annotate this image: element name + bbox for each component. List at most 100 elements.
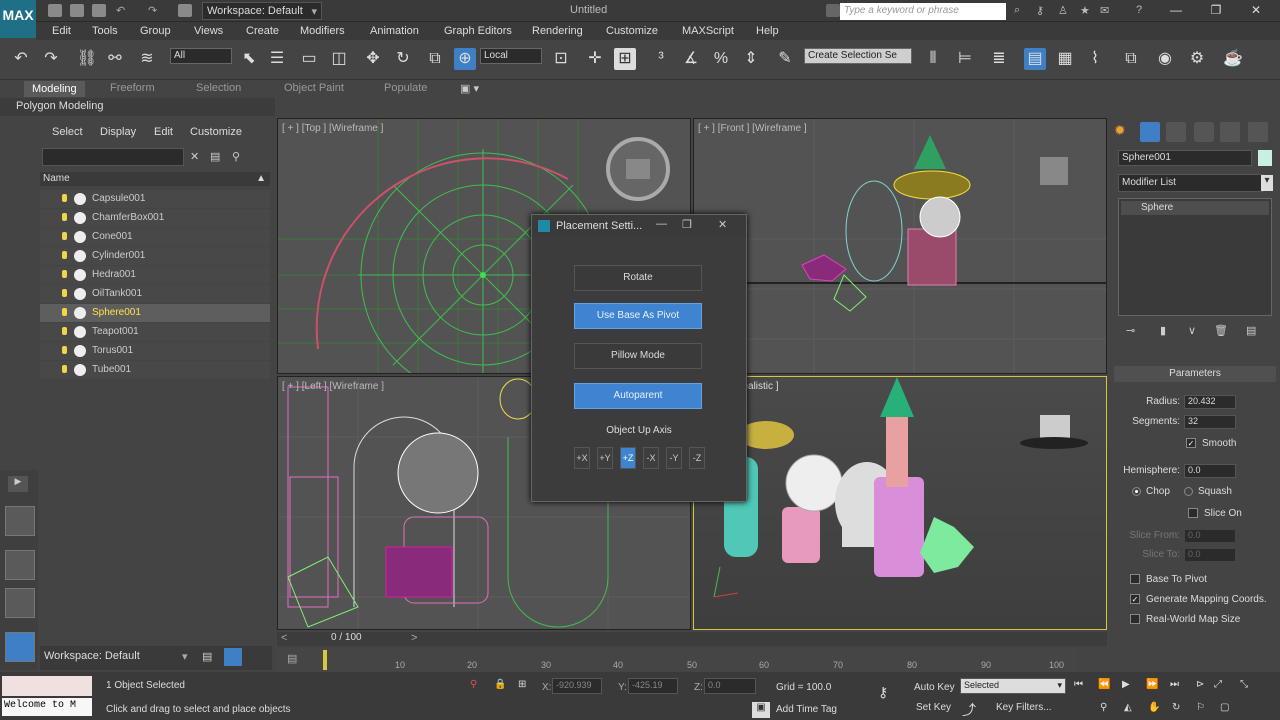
- light-bulb-icon[interactable]: [62, 232, 67, 240]
- maximize-icon[interactable]: ❐: [682, 218, 692, 231]
- explorer-search-input[interactable]: [42, 148, 184, 166]
- search-toggle-icon[interactable]: [826, 4, 840, 17]
- list-item[interactable]: OilTank001: [40, 285, 270, 303]
- visibility-icon[interactable]: [74, 326, 86, 338]
- sort-by-layer-icon[interactable]: [5, 632, 35, 662]
- pan-icon[interactable]: ✋: [1148, 702, 1160, 713]
- layer-display-icon[interactable]: [5, 588, 35, 618]
- key-icon[interactable]: ⚷: [1036, 4, 1050, 17]
- viewport-front[interactable]: [ + ] [Front ] [Wireframe ]: [693, 118, 1107, 374]
- set-key-icon[interactable]: ⚷: [878, 684, 888, 701]
- select-manipulate-icon[interactable]: ✛: [584, 48, 606, 70]
- workspace-dropdown[interactable]: Workspace: Default ▾: [202, 2, 322, 20]
- dialog-title-bar[interactable]: Placement Setti...: [532, 215, 746, 237]
- project-folder-icon[interactable]: [178, 4, 192, 17]
- default-tangent-icon[interactable]: ⤴: [962, 700, 976, 720]
- maxscript-mini-listener[interactable]: Welcome to M: [2, 698, 92, 716]
- key-filters-button[interactable]: Key Filters...: [996, 702, 1052, 713]
- ribbon-panel-label[interactable]: Polygon Modeling: [16, 100, 103, 112]
- go-to-end-icon[interactable]: ⏭: [1170, 679, 1179, 690]
- hierarchy-display-icon[interactable]: [5, 550, 35, 580]
- light-bulb-icon[interactable]: [62, 213, 67, 221]
- workspace-selector[interactable]: Workspace: Default ▾ ▤: [40, 646, 272, 670]
- pivot-center-icon[interactable]: ⊡: [550, 48, 572, 70]
- minimize-icon[interactable]: —: [656, 218, 667, 230]
- maximize-icon[interactable]: ❐: [1202, 3, 1230, 19]
- slice-to-spinner[interactable]: 0.0: [1184, 548, 1236, 562]
- menu-create[interactable]: Create: [246, 25, 279, 37]
- grid-icon[interactable]: [224, 648, 242, 666]
- undo-icon[interactable]: ↶: [116, 4, 130, 17]
- list-item[interactable]: Tube001: [40, 361, 270, 379]
- axis-plus-z-button[interactable]: +Z: [620, 447, 636, 469]
- maxscript-listener[interactable]: [2, 676, 92, 696]
- explorer-tab-display[interactable]: Display: [100, 126, 136, 138]
- select-scale-icon[interactable]: ⧉: [424, 48, 446, 70]
- edit-named-selection-icon[interactable]: ✎: [774, 48, 796, 70]
- percent-snap-icon[interactable]: %: [710, 48, 732, 70]
- viewport-label[interactable]: [ + ] [Top ] [Wireframe ]: [282, 123, 383, 134]
- chop-radio[interactable]: [1132, 487, 1141, 496]
- radius-spinner[interactable]: 20.432: [1184, 395, 1236, 409]
- visibility-icon[interactable]: [74, 231, 86, 243]
- x-coordinate-field[interactable]: -920.939: [552, 678, 602, 694]
- show-end-result-icon[interactable]: ▮: [1160, 324, 1166, 337]
- walk-through-icon[interactable]: ⚐: [1196, 702, 1205, 713]
- zoom-extents-icon[interactable]: ⤢: [1214, 679, 1222, 690]
- visibility-icon[interactable]: [74, 307, 86, 319]
- select-object-icon[interactable]: ⬉: [238, 48, 260, 70]
- hierarchy-tab-icon[interactable]: [1166, 122, 1186, 142]
- unlink-icon[interactable]: ⚯: [104, 48, 126, 70]
- z-coordinate-field[interactable]: 0.0: [704, 678, 756, 694]
- schematic-view-icon[interactable]: ⧉: [1120, 48, 1142, 70]
- squash-radio[interactable]: [1184, 487, 1193, 496]
- viewport-label[interactable]: [ + ] [Left ] [Wireframe ]: [282, 381, 384, 392]
- visibility-icon[interactable]: [74, 193, 86, 205]
- remove-modifier-icon[interactable]: 🗑: [1214, 324, 1228, 337]
- search-icon[interactable]: ⌕: [1014, 4, 1028, 17]
- light-bulb-icon[interactable]: [62, 251, 67, 259]
- render-setup-icon[interactable]: ⚙: [1186, 48, 1208, 70]
- slice-on-checkbox[interactable]: [1188, 508, 1198, 518]
- material-editor-icon[interactable]: ◉: [1154, 48, 1176, 70]
- light-bulb-icon[interactable]: [62, 289, 67, 297]
- rectangle-selection-icon[interactable]: ▭: [298, 48, 320, 70]
- star-icon[interactable]: ★: [1080, 4, 1094, 17]
- track-bar[interactable]: ▤ 10 20 30 40 50 60 70 80 90 100: [277, 648, 1077, 672]
- next-key-icon[interactable]: ⏩: [1146, 679, 1158, 690]
- autoparent-button[interactable]: Autoparent: [574, 383, 702, 409]
- clear-icon[interactable]: ✕: [190, 150, 199, 163]
- absolute-mode-icon[interactable]: ⊞: [518, 679, 526, 690]
- time-tag-icon[interactable]: ▣: [752, 702, 770, 718]
- time-slider-frame[interactable]: 0 / 100: [331, 632, 362, 643]
- app-logo[interactable]: MAX: [0, 0, 36, 38]
- mirror-icon[interactable]: ⫴: [922, 48, 944, 70]
- select-rotate-icon[interactable]: ↻: [392, 48, 414, 70]
- list-item[interactable]: Cone001: [40, 228, 270, 246]
- viewport-label[interactable]: [ + ] [Front ] [Wireframe ]: [698, 123, 807, 134]
- minimize-icon[interactable]: —: [1162, 3, 1190, 19]
- redo-icon[interactable]: ↷: [40, 48, 62, 70]
- rotate-button[interactable]: Rotate: [574, 265, 702, 291]
- align-icon[interactable]: ⊨: [954, 48, 976, 70]
- list-item[interactable]: Torus001: [40, 342, 270, 360]
- play-icon[interactable]: ▶: [1122, 679, 1130, 690]
- toggle-scene-explorer-icon[interactable]: ▤: [1024, 48, 1046, 70]
- reference-coordinate-dropdown[interactable]: Local: [480, 48, 542, 64]
- list-item[interactable]: Cylinder001: [40, 247, 270, 265]
- modifier-list-dropdown[interactable]: Modifier List ▾: [1118, 174, 1273, 192]
- list-item[interactable]: Hedra001: [40, 266, 270, 284]
- slice-from-spinner[interactable]: 0.0: [1184, 529, 1236, 543]
- axis-minus-z-button[interactable]: -Z: [689, 447, 705, 469]
- menu-maxscript[interactable]: MAXScript: [682, 25, 734, 37]
- menu-views[interactable]: Views: [194, 25, 223, 37]
- base-to-pivot-checkbox[interactable]: [1130, 574, 1140, 584]
- list-item[interactable]: ChamferBox001: [40, 209, 270, 227]
- angle-snap-icon[interactable]: ∡: [680, 48, 702, 70]
- light-bulb-icon[interactable]: [62, 270, 67, 278]
- visibility-icon[interactable]: [74, 288, 86, 300]
- previous-key-icon[interactable]: ⏪: [1098, 679, 1110, 690]
- spinner-snap-icon[interactable]: ⇕: [740, 48, 762, 70]
- zoom-all-icon[interactable]: ⤡: [1240, 679, 1248, 690]
- object-color-swatch[interactable]: [1258, 150, 1272, 166]
